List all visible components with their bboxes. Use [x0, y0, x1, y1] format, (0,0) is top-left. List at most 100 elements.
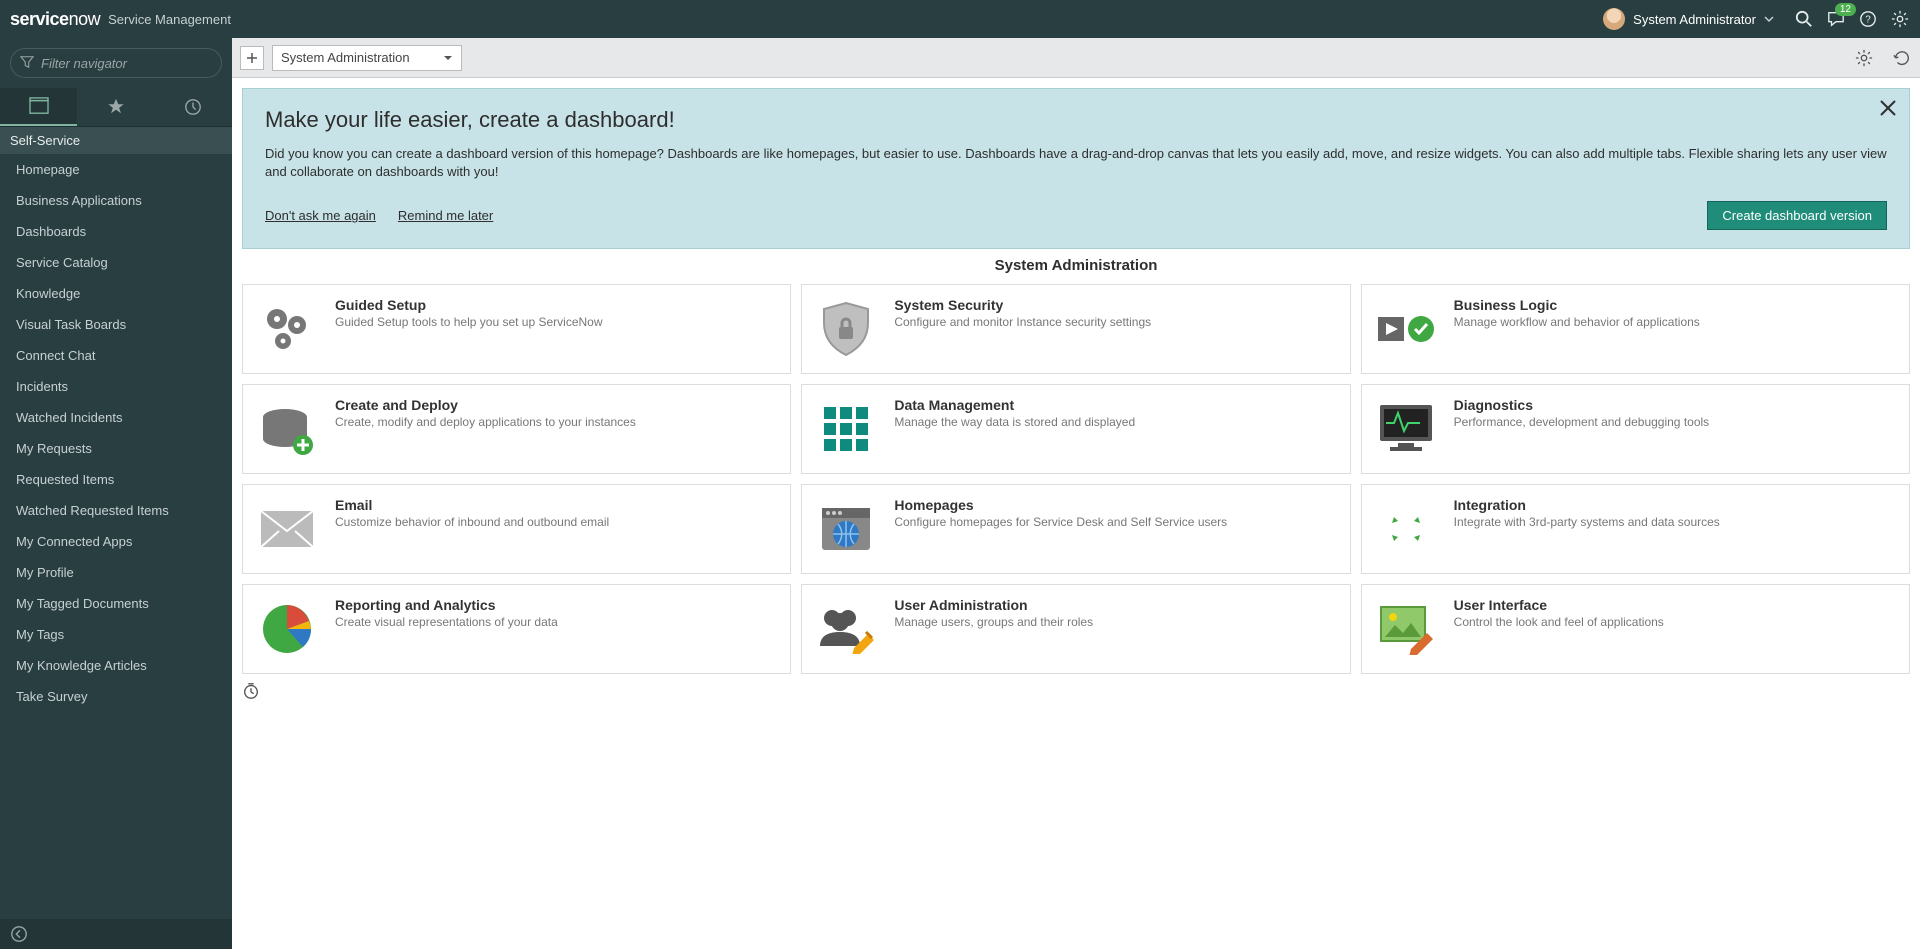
card-system-security[interactable]: System Security Configure and monitor Ins… [801, 284, 1350, 374]
timing-icon[interactable] [242, 674, 1910, 700]
card-title: Homepages [894, 497, 1227, 513]
nav-tabs [0, 88, 232, 127]
card-desc: Customize behavior of inbound and outbou… [335, 515, 609, 529]
sidebar-footer [0, 919, 232, 949]
system-security-icon [814, 297, 878, 361]
card-title: Diagnostics [1454, 397, 1710, 413]
collapse-icon[interactable] [10, 925, 28, 943]
business-logic-icon [1374, 297, 1438, 361]
sidebar-item-my-tagged-documents[interactable]: My Tagged Documents [0, 588, 232, 619]
sidebar-item-requested-items[interactable]: Requested Items [0, 464, 232, 495]
refresh-icon[interactable] [1892, 48, 1912, 68]
main: System Administration Make your life eas… [232, 38, 1920, 949]
sidebar: Self-Service HomepageBusiness Applicatio… [0, 38, 232, 949]
filter-input[interactable] [10, 48, 222, 78]
add-content-button[interactable] [240, 46, 264, 70]
nav-tab-history[interactable] [155, 88, 232, 126]
page-title: System Administration [242, 257, 1910, 274]
avatar [1603, 8, 1625, 30]
content: Make your life easier, create a dashboar… [232, 78, 1920, 949]
card-desc: Configure and monitor Instance security … [894, 315, 1151, 329]
gear-icon[interactable] [1890, 9, 1910, 29]
sidebar-item-my-requests[interactable]: My Requests [0, 433, 232, 464]
sidebar-item-visual-task-boards[interactable]: Visual Task Boards [0, 309, 232, 340]
card-create-and-deploy[interactable]: Create and DeployCreate, modify and depl… [242, 384, 791, 474]
sidebar-item-homepage[interactable]: Homepage [0, 154, 232, 185]
sidebar-item-my-profile[interactable]: My Profile [0, 557, 232, 588]
nav-section-self-service[interactable]: Self-Service [0, 127, 232, 154]
sidebar-item-take-survey[interactable]: Take Survey [0, 681, 232, 712]
card-title: Integration [1454, 497, 1720, 513]
banner-title: Make your life easier, create a dashboar… [265, 107, 1887, 133]
sidebar-item-incidents[interactable]: Incidents [0, 371, 232, 402]
dont-ask-link[interactable]: Don't ask me again [265, 208, 376, 223]
card-business-logic[interactable]: Business LogicManage workflow and behavi… [1361, 284, 1910, 374]
search-icon[interactable] [1794, 9, 1814, 29]
card-title: User Administration [894, 597, 1093, 613]
dashboard-banner: Make your life easier, create a dashboar… [242, 88, 1910, 249]
card-title: Guided Setup [335, 297, 603, 313]
card-desc: Guided Setup tools to help you set up Se… [335, 315, 603, 329]
sidebar-item-dashboards[interactable]: Dashboards [0, 216, 232, 247]
user-administration-icon [814, 597, 878, 661]
sidebar-item-my-tags[interactable]: My Tags [0, 619, 232, 650]
card-diagnostics[interactable]: Diagnostics Performance, development and … [1361, 384, 1910, 474]
sidebar-item-knowledge[interactable]: Knowledge [0, 278, 232, 309]
remind-later-link[interactable]: Remind me later [398, 208, 493, 223]
data-management-icon [814, 397, 878, 461]
sidebar-item-service-catalog[interactable]: Service Catalog [0, 247, 232, 278]
card-data-management[interactable]: Data ManagementManage the way data is st… [801, 384, 1350, 474]
card-integration[interactable]: Integration Integrate with 3rd-party syst… [1361, 484, 1910, 574]
product-name: Service Management [108, 12, 231, 27]
sidebar-item-watched-incidents[interactable]: Watched Incidents [0, 402, 232, 433]
card-desc: Create visual representations of your da… [335, 615, 558, 629]
settings-icon[interactable] [1854, 48, 1874, 68]
logo-text-sub: now [69, 9, 101, 29]
nav-list[interactable]: Self-Service HomepageBusiness Applicatio… [0, 127, 232, 919]
help-icon[interactable]: ? [1858, 9, 1878, 29]
card-desc: Performance, development and debugging t… [1454, 415, 1710, 429]
create-dashboard-button[interactable]: Create dashboard version [1707, 201, 1887, 230]
user-interface-icon [1374, 597, 1438, 661]
chevron-down-icon [1764, 14, 1774, 24]
card-desc: Control the look and feel of application… [1454, 615, 1664, 629]
card-email[interactable]: Email Customize behavior of inbound and o… [242, 484, 791, 574]
integration-icon [1374, 497, 1438, 561]
card-user-administration[interactable]: User Administration Manage users, groups … [801, 584, 1350, 674]
user-menu[interactable]: System Administrator [1603, 8, 1774, 30]
homepages-icon [814, 497, 878, 561]
svg-text:?: ? [1865, 15, 1871, 26]
email-icon [255, 497, 319, 561]
sidebar-item-my-knowledge-articles[interactable]: My Knowledge Articles [0, 650, 232, 681]
filter-icon [20, 55, 34, 69]
card-title: Business Logic [1454, 297, 1700, 313]
card-guided-setup[interactable]: Guided Setup Guided Setup tools to help y… [242, 284, 791, 374]
card-reporting-and-analytics[interactable]: Reporting and Analytics Create visual rep… [242, 584, 791, 674]
sidebar-item-connect-chat[interactable]: Connect Chat [0, 340, 232, 371]
topbar: servicenow Service Management System Adm… [0, 0, 1920, 38]
logo: servicenow [10, 9, 100, 30]
card-grid: Guided Setup Guided Setup tools to help y… [242, 284, 1910, 674]
card-desc: Manage the way data is stored and displa… [894, 415, 1135, 429]
card-homepages[interactable]: HomepagesConfigure homepages for Service… [801, 484, 1350, 574]
nav-tab-favorites[interactable] [77, 88, 154, 126]
homepage-select[interactable]: System Administration [272, 45, 462, 71]
card-desc: Manage users, groups and their roles [894, 615, 1093, 629]
chat-icon[interactable]: 12 [1826, 9, 1846, 29]
close-icon[interactable] [1879, 99, 1897, 117]
reporting-and-analytics-icon [255, 597, 319, 661]
nav-tab-all[interactable] [0, 88, 77, 126]
sidebar-item-watched-requested-items[interactable]: Watched Requested Items [0, 495, 232, 526]
card-title: System Security [894, 297, 1151, 313]
sidebar-item-my-connected-apps[interactable]: My Connected Apps [0, 526, 232, 557]
card-title: Email [335, 497, 609, 513]
card-user-interface[interactable]: User InterfaceControl the look and feel … [1361, 584, 1910, 674]
guided-setup-icon [255, 297, 319, 361]
logo-text-main: service [10, 9, 69, 29]
sidebar-item-business-applications[interactable]: Business Applications [0, 185, 232, 216]
create-and-deploy-icon [255, 397, 319, 461]
card-title: Reporting and Analytics [335, 597, 558, 613]
chat-badge: 12 [1835, 3, 1856, 16]
homepage-select-value: System Administration [281, 50, 410, 65]
card-desc: Integrate with 3rd-party systems and dat… [1454, 515, 1720, 529]
